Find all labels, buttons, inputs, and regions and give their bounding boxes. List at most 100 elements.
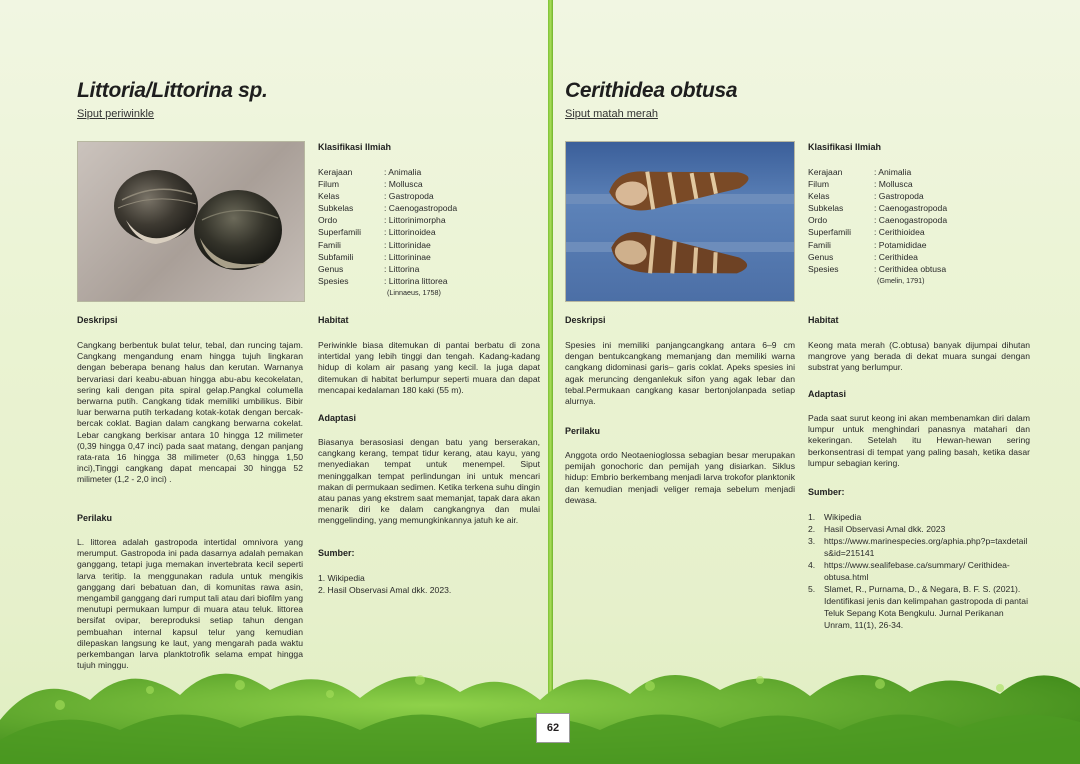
sumber-text: Slamet, R., Purnama, D., & Negara, B. F.… — [824, 584, 1028, 630]
klas-value: : Mollusca — [874, 179, 913, 190]
klas-key: Filum — [808, 179, 830, 190]
klas-row: Famili: Littorinidae — [318, 239, 457, 251]
klas-row: Filum : Mollusca — [318, 178, 457, 190]
page-number: 62 — [536, 713, 570, 743]
perilaku-heading-right: Perilaku — [565, 426, 601, 436]
sumber-text: Hasil Observasi Amal dkk. 2023 — [824, 524, 946, 534]
sumber-number: 5. — [808, 584, 816, 594]
klas-key: Subfamili — [318, 251, 354, 262]
klas-key: Superfamili — [808, 227, 851, 238]
klas-value: : Cerithidea obtusa — [874, 263, 947, 274]
species-authority: (Gmelin, 1791) — [877, 275, 925, 285]
klas-value: : Cerithidea — [874, 251, 918, 262]
klas-key: Kerajaan — [808, 167, 843, 177]
klas-key: Famili — [318, 239, 341, 250]
adaptasi-text-left: Biasanya berasosiasi dengan batu yang be… — [318, 437, 540, 526]
klas-key: Kelas — [808, 191, 830, 202]
periwinkle-photo — [77, 141, 305, 302]
sumber-link[interactable]: https://www.sealifebase.ca/summary/ Ceri… — [824, 559, 1030, 583]
klas-value: : Littorinoidea — [384, 227, 436, 238]
klas-row: Genus : Cerithidea — [808, 251, 947, 263]
klas-value: : Cerithioidea — [874, 227, 925, 238]
deskripsi-text-right: Spesies ini memiliki panjangcangkang ant… — [565, 340, 795, 407]
sumber-heading-right: Sumber: — [808, 487, 845, 497]
klasifikasi-table-left: Kerajaan : Animalia Filum : Mollusca Kelas… — [318, 166, 457, 298]
klas-key: Superfamili — [318, 227, 361, 238]
klas-row: Superfamili : Cerithioidea — [808, 226, 947, 238]
klas-value: : Gastropoda — [384, 191, 434, 202]
sumber-text: Wikipedia — [824, 512, 862, 522]
species-authority: (Linnaeus, 1758) — [387, 287, 441, 297]
sumber-item: 5. Slamet, R., Purnama, D., & Negara, B. … — [808, 583, 1030, 631]
klas-row: Kelas : Gastropoda — [318, 190, 457, 202]
perilaku-heading-left: Perilaku — [77, 513, 113, 523]
klasifikasi-heading-left: Klasifikasi Ilmiah — [318, 142, 392, 152]
klasifikasi-heading-right: Klasifikasi Ilmiah — [808, 142, 882, 152]
deskripsi-text-left: Cangkang berbentuk bulat telur, tebal, d… — [77, 340, 303, 485]
klas-value: : Caenogastropoda — [874, 203, 948, 214]
deskripsi-heading-right: Deskripsi — [565, 315, 606, 325]
klas-row: Filum : Mollusca — [808, 178, 947, 190]
sumber-item: 2. Hasil Observasi Amal dkk. 2023 — [808, 523, 1030, 535]
adaptasi-text-right: Pada saat surut keong ini akan membenamk… — [808, 413, 1030, 468]
klas-value: : Potamididae — [874, 239, 927, 250]
klas-row: Spesies : Cerithidea obtusa — [808, 263, 947, 275]
klas-key: Genus — [808, 251, 834, 262]
klas-value: : Littorininae — [384, 251, 431, 262]
klas-row: Kelas : Gastropoda — [808, 190, 947, 202]
habitat-text-left: Periwinkle biasa ditemukan di pantai ber… — [318, 340, 540, 395]
klas-row: Spesies: Littorina littorea — [318, 275, 457, 287]
klas-value: : Littorinimorpha — [384, 215, 446, 226]
species-title-right: Cerithidea obtusa — [565, 79, 738, 102]
klas-row: Genus : Littorina — [318, 263, 457, 275]
klas-value: : Animalia — [874, 167, 912, 177]
deskripsi-heading-left: Deskripsi — [77, 315, 118, 325]
klas-value: : Caenogastropoda — [874, 215, 948, 226]
perilaku-text-right: Anggota ordo Neotaenioglossa sebagian be… — [565, 450, 795, 505]
sumber-list-left: 1. Wikipedia 2. Hasil Observasi Amal dkk… — [318, 572, 451, 596]
klas-row: Ordo : Littorinimorpha — [318, 214, 457, 226]
klas-key: Ordo — [808, 215, 828, 226]
common-name-right: Siput matah merah — [565, 108, 658, 120]
habitat-heading-left: Habitat — [318, 315, 349, 325]
klas-key: Kerajaan — [318, 167, 353, 177]
klas-row: Ordo : Caenogastropoda — [808, 214, 947, 226]
sumber-item: 1. Wikipedia — [808, 511, 1030, 523]
sumber-list-right: 1. Wikipedia 2. Hasil Observasi Amal dkk. … — [808, 511, 1030, 631]
sumber-item: 4. https://www.sealifebase.ca/summary/ Ce… — [808, 559, 1030, 583]
klas-key: Spesies — [808, 263, 839, 274]
klas-key: Subkelas — [318, 203, 354, 214]
sumber-item: 1. Wikipedia — [318, 573, 365, 583]
sumber-number: 1. — [808, 512, 816, 522]
klas-row: Subfamili : Littorininae — [318, 251, 457, 263]
sumber-item: 2. Hasil Observasi Amal dkk. 2023. — [318, 585, 452, 595]
sumber-heading-left: Sumber: — [318, 548, 355, 558]
klas-row: Superfamili : Littorinoidea — [318, 226, 457, 238]
klas-key: Spesies — [318, 275, 349, 286]
common-name-left: Siput periwinkle — [77, 108, 155, 120]
sumber-link[interactable]: https://www.marinespecies.org/aphia.php?… — [824, 535, 1030, 559]
adaptasi-heading-left: Adaptasi — [318, 413, 357, 423]
sumber-number: 4. — [808, 560, 816, 570]
klas-key: Ordo — [318, 215, 338, 226]
foliage-border — [0, 673, 1080, 764]
klas-row: Subkelas : Caenogastropoda — [318, 202, 457, 214]
klas-key: Famili — [808, 239, 831, 250]
klas-value: : Caenogastropoda — [384, 203, 458, 214]
klas-key: Genus — [318, 263, 344, 274]
klas-row: Subkelas : Caenogastropoda — [808, 202, 947, 214]
klas-key: Kelas — [318, 191, 340, 202]
species-title-left: Littoria/Littorina sp. — [77, 79, 268, 102]
klas-value: : Littorina — [384, 263, 420, 274]
cerithidea-photo — [565, 141, 795, 302]
klas-value: : Mollusca — [384, 179, 423, 190]
sumber-number: 3. — [808, 536, 816, 546]
sumber-number: 2. — [808, 524, 816, 534]
klas-value: : Animalia — [384, 167, 422, 177]
habitat-text-right: Keong mata merah (C.obtusa) banyak dijum… — [808, 340, 1030, 373]
habitat-heading-right: Habitat — [808, 315, 839, 325]
klas-key: Subkelas — [808, 203, 844, 214]
klas-key: Filum — [318, 179, 340, 190]
klas-value: : Gastropoda — [874, 191, 924, 202]
klas-row: Kerajaan : Animalia — [318, 166, 457, 178]
